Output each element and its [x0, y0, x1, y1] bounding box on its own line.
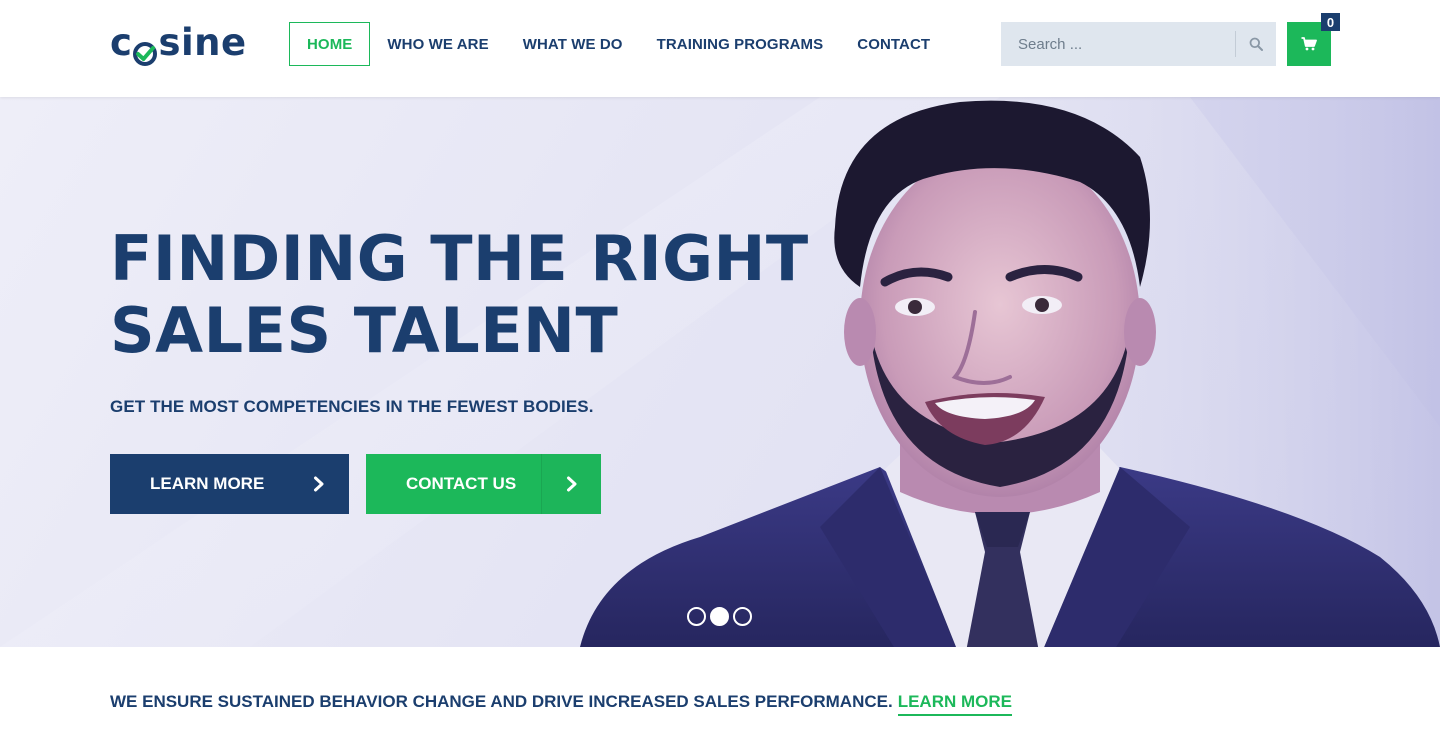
logo-text-prefix: c — [110, 20, 133, 64]
logo-text-suffix: sine — [158, 20, 247, 64]
hero-headline-line-2: SALES TALENT — [110, 294, 619, 367]
nav-what-we-do[interactable]: WHAT WE DO — [506, 22, 640, 66]
search-input[interactable] — [1001, 22, 1235, 66]
tagline-learn-more-link[interactable]: LEARN MORE — [897, 692, 1012, 716]
hero-subheadline: GET THE MOST COMPETENCIES IN THE FEWEST … — [110, 397, 594, 416]
tagline-text: WE ENSURE SUSTAINED BEHAVIOR CHANGE AND … — [110, 692, 893, 711]
chevron-right-icon — [289, 454, 349, 514]
chevron-right-icon — [541, 454, 601, 514]
search-icon — [1249, 37, 1263, 51]
hero-headline: FINDING THE RIGHT SALES TALENT — [110, 223, 810, 367]
hero-background-image — [0, 97, 1440, 647]
nav-home[interactable]: HOME — [289, 22, 371, 66]
logo-check-icon — [133, 32, 158, 66]
search-box — [1001, 22, 1276, 66]
contact-us-button[interactable]: CONTACT US — [366, 454, 601, 514]
slider-pagination — [687, 607, 752, 626]
main-nav: HOME WHO WE ARE WHAT WE DO TRAINING PROG… — [289, 22, 947, 66]
cart-count-badge: 0 — [1321, 13, 1340, 31]
slider-dot-1[interactable] — [687, 607, 706, 626]
nav-contact[interactable]: CONTACT — [840, 22, 947, 66]
slider-dot-3[interactable] — [733, 607, 752, 626]
tagline: WE ENSURE SUSTAINED BEHAVIOR CHANGE AND … — [110, 692, 1012, 716]
nav-who-we-are[interactable]: WHO WE ARE — [370, 22, 505, 66]
hero-slider: FINDING THE RIGHT SALES TALENT GET THE M… — [0, 97, 1440, 647]
cosine-logo[interactable]: c sine — [110, 18, 247, 66]
slider-dot-2[interactable] — [710, 607, 729, 626]
cart-icon — [1301, 37, 1317, 51]
search-button[interactable] — [1236, 22, 1276, 66]
contact-us-label: CONTACT US — [406, 474, 517, 493]
learn-more-button[interactable]: LEARN MORE — [110, 454, 349, 514]
hero-headline-line-1: FINDING THE RIGHT — [110, 222, 809, 295]
site-header: c sine HOME WHO WE ARE WHAT WE DO TRAINI… — [0, 0, 1440, 97]
learn-more-label: LEARN MORE — [150, 474, 265, 493]
nav-training-programs[interactable]: TRAINING PROGRAMS — [640, 22, 841, 66]
